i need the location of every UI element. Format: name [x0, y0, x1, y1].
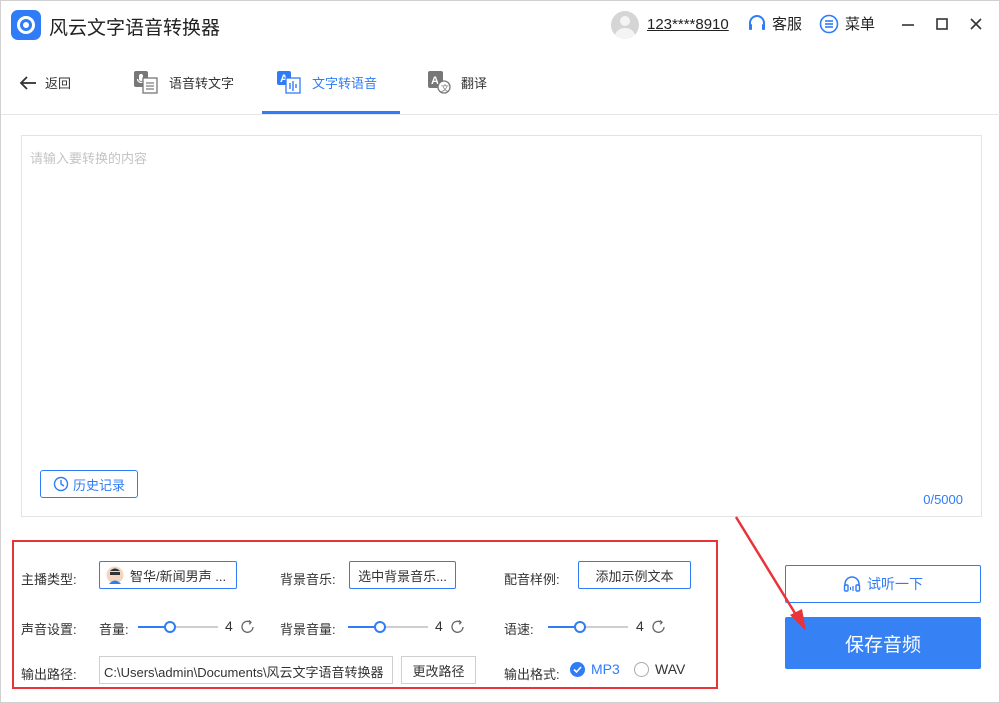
app-logo-icon — [11, 10, 41, 40]
change-path-button[interactable]: 更改路径 — [401, 656, 476, 684]
tab-label: 语音转文字 — [169, 75, 235, 91]
volume-slider[interactable] — [138, 620, 218, 634]
add-sample-text-button[interactable]: 添加示例文本 — [578, 561, 691, 589]
title-bar: 风云文字语音转换器 123****8910 客服 菜单 — [1, 1, 1000, 49]
slider-knob[interactable] — [164, 621, 176, 633]
tab-text-to-speech[interactable]: A 文字转语音 — [276, 69, 377, 95]
headset-icon — [749, 14, 765, 30]
slider-knob[interactable] — [374, 621, 386, 633]
slider-knob[interactable] — [574, 621, 586, 633]
user-avatar[interactable] — [611, 11, 639, 39]
sample-label: 配音样例: — [504, 572, 560, 587]
char-counter: 0/5000 — [923, 492, 963, 507]
customer-service-button[interactable]: 客服 — [747, 13, 802, 34]
menu-list-icon — [819, 14, 839, 33]
app-window: 风云文字语音转换器 123****8910 客服 菜单 返回 语音转文字 A 文… — [0, 0, 1000, 703]
back-button[interactable]: 返回 — [19, 73, 71, 92]
radio-unchecked-icon — [634, 661, 649, 677]
settings-panel: 主播类型: 智华/新闻男声 ... 背景音乐: 选中背景音乐... 配音样例: … — [12, 540, 718, 689]
menu-label: 菜单 — [845, 16, 876, 33]
app-title: 风云文字语音转换器 — [49, 18, 221, 39]
tab-translate[interactable]: A文 翻译 — [427, 69, 487, 95]
format-label: MP3 — [591, 661, 620, 677]
save-audio-button[interactable]: 保存音频 — [785, 617, 981, 669]
bg-volume-label: 背景音量: — [280, 622, 336, 637]
text-input[interactable] — [30, 148, 960, 458]
speed-value: 4 — [636, 618, 644, 634]
svg-text:文: 文 — [441, 83, 449, 93]
radio-checked-icon — [570, 661, 585, 677]
anchor-avatar-icon — [106, 566, 124, 584]
volume-label: 音量: — [99, 622, 129, 637]
back-label: 返回 — [45, 76, 72, 91]
format-mp3-radio[interactable]: MP3 — [570, 661, 620, 677]
clock-icon — [53, 476, 69, 492]
bg-volume-value: 4 — [435, 618, 443, 634]
speed-slider[interactable] — [548, 620, 628, 634]
output-format-label: 输出格式: — [504, 667, 560, 682]
reset-icon[interactable] — [651, 619, 667, 635]
listen-button[interactable]: 试听一下 — [785, 565, 981, 603]
bg-music-label: 背景音乐: — [280, 572, 336, 587]
maximize-icon[interactable] — [931, 13, 953, 35]
select-bg-music-button[interactable]: 选中背景音乐... — [349, 561, 456, 589]
tab-label: 文字转语音 — [312, 75, 378, 91]
history-label: 历史记录 — [72, 477, 125, 493]
active-tab-indicator — [262, 111, 400, 114]
anchor-value: 智华/新闻男声 ... — [130, 568, 227, 584]
arrow-left-icon — [19, 75, 36, 90]
speed-label: 语速: — [504, 622, 534, 637]
customer-service-label: 客服 — [772, 16, 803, 33]
anchor-select[interactable]: 智华/新闻男声 ... — [99, 561, 237, 589]
menu-button[interactable]: 菜单 — [819, 13, 875, 34]
output-path-field[interactable]: C:\Users\admin\Documents\风云文字语音转换器 — [99, 656, 393, 684]
volume-value: 4 — [225, 618, 233, 634]
reset-icon[interactable] — [240, 619, 256, 635]
format-label: WAV — [655, 661, 686, 677]
translate-icon: A文 — [428, 71, 451, 94]
microphone-doc-icon — [134, 71, 158, 94]
anchor-type-label: 主播类型: — [21, 572, 77, 587]
tab-bar: 返回 语音转文字 A 文字转语音 A文 翻译 — [1, 49, 1000, 115]
bg-volume-slider[interactable] — [348, 620, 428, 634]
tab-label: 翻译 — [461, 75, 488, 91]
close-icon[interactable] — [965, 13, 987, 35]
history-button[interactable]: 历史记录 — [40, 470, 138, 498]
user-phone[interactable]: 123****8910 — [647, 16, 729, 33]
text-editor-panel: 历史记录 0/5000 — [21, 135, 982, 517]
sound-settings-label: 声音设置: — [21, 622, 77, 637]
output-path-label: 输出路径: — [21, 667, 77, 682]
format-wav-radio[interactable]: WAV — [634, 661, 685, 677]
text-to-audio-icon: A — [277, 71, 301, 94]
listen-label: 试听一下 — [867, 576, 923, 592]
minimize-icon[interactable] — [897, 13, 919, 35]
reset-icon[interactable] — [450, 619, 466, 635]
tab-speech-to-text[interactable]: 语音转文字 — [133, 69, 234, 95]
headphones-icon — [843, 576, 861, 592]
